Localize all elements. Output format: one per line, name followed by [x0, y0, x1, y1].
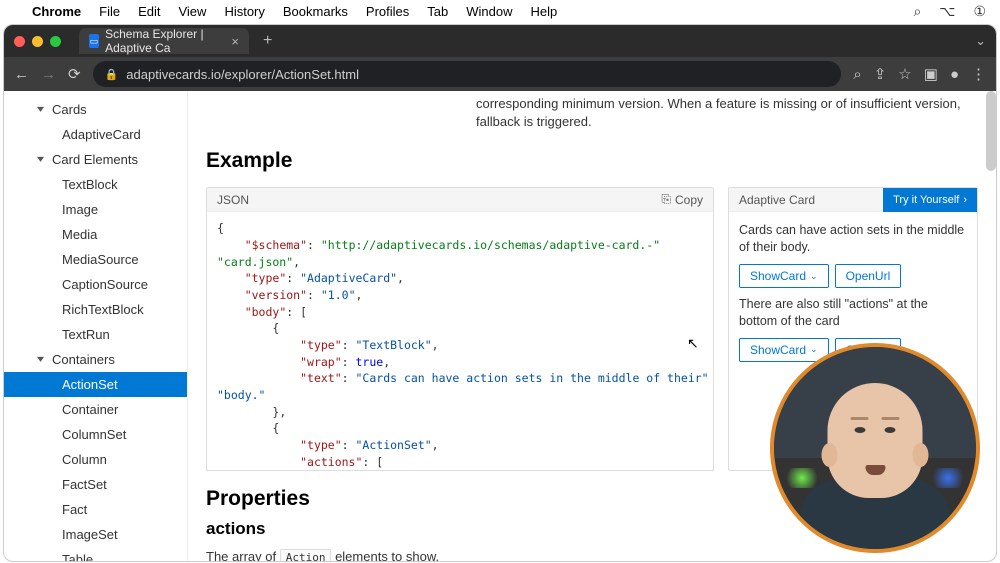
tab-title: Schema Explorer | Adaptive Ca: [105, 27, 225, 55]
browser-tab[interactable]: ▭ Schema Explorer | Adaptive Ca ×: [79, 28, 249, 54]
menu-icon[interactable]: ⋮: [971, 65, 986, 83]
schema-sidebar[interactable]: Cards AdaptiveCard Card Elements TextBlo…: [4, 91, 188, 561]
menu-history[interactable]: History: [224, 4, 264, 19]
openurl-button-1[interactable]: OpenUrl: [835, 264, 902, 288]
new-tab-button[interactable]: +: [257, 32, 278, 50]
scrollbar[interactable]: [986, 91, 996, 171]
chevron-down-icon: ⌄: [810, 271, 818, 282]
sidebar-item-captionsource[interactable]: CaptionSource: [4, 272, 187, 297]
copy-button[interactable]: ⎘ Copy: [661, 192, 703, 207]
json-example-box: JSON ⎘ Copy { "$schema": "http://adaptiv…: [206, 187, 714, 471]
address-bar: ← → ⟳ 🔒 adaptivecards.io/explorer/Action…: [4, 57, 996, 91]
search-icon[interactable]: ⌕: [913, 3, 921, 20]
sidebar-item-table[interactable]: Table: [4, 547, 187, 561]
tab-overflow-icon[interactable]: ⌄: [975, 33, 986, 49]
try-it-yourself-button[interactable]: Try it Yourself›: [883, 188, 977, 212]
sidebar-item-adaptivecard[interactable]: AdaptiveCard: [4, 122, 187, 147]
control-center-icon[interactable]: ⌥: [939, 3, 955, 20]
browser-window: ▭ Schema Explorer | Adaptive Ca × + ⌄ ← …: [3, 24, 997, 562]
tab-bar: ▭ Schema Explorer | Adaptive Ca × + ⌄: [4, 25, 996, 57]
date-icon[interactable]: ①: [973, 3, 986, 20]
chevron-right-icon: ›: [963, 194, 967, 206]
menu-window[interactable]: Window: [466, 4, 512, 19]
zoom-window-button[interactable]: [50, 36, 61, 47]
share-icon[interactable]: ⇪: [874, 65, 887, 83]
sidebar-item-columnset[interactable]: ColumnSet: [4, 422, 187, 447]
webcam-overlay: [770, 343, 980, 553]
back-button[interactable]: ←: [14, 66, 29, 83]
menu-bookmarks[interactable]: Bookmarks: [283, 4, 348, 19]
sidebar-item-column[interactable]: Column: [4, 447, 187, 472]
bookmark-icon[interactable]: ☆: [898, 65, 911, 83]
reload-button[interactable]: ⟳: [68, 65, 81, 83]
menu-view[interactable]: View: [178, 4, 206, 19]
sidebar-item-mediasource[interactable]: MediaSource: [4, 247, 187, 272]
menu-file[interactable]: File: [99, 4, 120, 19]
close-tab-icon[interactable]: ×: [231, 34, 239, 49]
card-label: Adaptive Card: [729, 193, 825, 207]
menu-profiles[interactable]: Profiles: [366, 4, 409, 19]
card-text-1: Cards can have action sets in the middle…: [739, 222, 967, 256]
menu-tab[interactable]: Tab: [427, 4, 448, 19]
sidebar-item-textrun[interactable]: TextRun: [4, 322, 187, 347]
app-name[interactable]: Chrome: [32, 4, 81, 19]
copy-icon: ⎘: [661, 192, 671, 207]
window-controls: [14, 36, 61, 47]
example-heading: Example: [206, 149, 978, 173]
zoom-icon[interactable]: ⌕: [853, 66, 861, 83]
profile-icon[interactable]: ●: [950, 66, 959, 83]
lock-icon: 🔒: [105, 68, 119, 81]
forward-button: →: [41, 66, 56, 83]
sidebar-item-container[interactable]: Container: [4, 397, 187, 422]
sidebar-item-imageset[interactable]: ImageSet: [4, 522, 187, 547]
sidebar-item-textblock[interactable]: TextBlock: [4, 172, 187, 197]
sidebar-item-image[interactable]: Image: [4, 197, 187, 222]
card-text-2: There are also still "actions" at the bo…: [739, 296, 967, 330]
json-code[interactable]: { "$schema": "http://adaptivecards.io/sc…: [207, 212, 713, 470]
url-text: adaptivecards.io/explorer/ActionSet.html: [126, 67, 359, 82]
panel-icon[interactable]: ▣: [924, 65, 938, 83]
minimize-window-button[interactable]: [32, 36, 43, 47]
sidebar-item-fact[interactable]: Fact: [4, 497, 187, 522]
page-viewport: Cards AdaptiveCard Card Elements TextBlo…: [4, 91, 996, 561]
sidebar-group-card-elements[interactable]: Card Elements: [4, 147, 187, 172]
macos-menubar: Chrome File Edit View History Bookmarks …: [0, 0, 1000, 22]
menu-help[interactable]: Help: [531, 4, 558, 19]
feature-intro-text: corresponding minimum version. When a fe…: [206, 91, 978, 141]
favicon-icon: ▭: [89, 34, 99, 48]
sidebar-group-containers[interactable]: Containers: [4, 347, 187, 372]
close-window-button[interactable]: [14, 36, 25, 47]
showcard-button-1[interactable]: ShowCard⌄: [739, 264, 829, 288]
url-field[interactable]: 🔒 adaptivecards.io/explorer/ActionSet.ht…: [93, 61, 842, 87]
sidebar-item-factset[interactable]: FactSet: [4, 472, 187, 497]
sidebar-item-richtextblock[interactable]: RichTextBlock: [4, 297, 187, 322]
sidebar-group-cards[interactable]: Cards: [4, 97, 187, 122]
sidebar-item-media[interactable]: Media: [4, 222, 187, 247]
menu-edit[interactable]: Edit: [138, 4, 160, 19]
json-label: JSON: [217, 193, 249, 207]
sidebar-item-actionset[interactable]: ActionSet: [4, 372, 187, 397]
